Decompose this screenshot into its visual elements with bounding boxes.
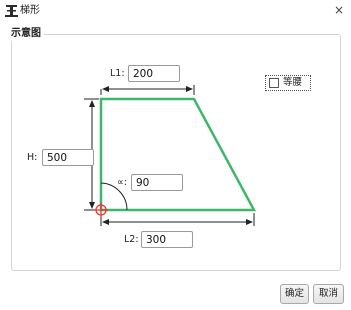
window-title: 梯形 [20,5,40,16]
close-icon[interactable]: × [334,3,344,17]
cancel-button[interactable]: 取消 [313,284,344,304]
isosceles-label: 等腰 [283,77,303,88]
ok-button[interactable]: 确定 [280,284,309,304]
trapezoid-shape [99,97,257,212]
h-input[interactable] [42,149,94,166]
trapezoid-app-icon [5,5,18,17]
title-bar: 梯形 × [0,0,351,22]
l2-input[interactable] [141,231,193,248]
h-label: H: [27,152,38,163]
l2-label: L2: [124,234,139,245]
checkbox-box[interactable] [269,78,279,88]
group-legend: 示意图 [8,27,44,41]
l1-label: L1: [110,68,125,79]
angle-input[interactable] [131,174,183,191]
l1-input[interactable] [128,65,180,82]
angle-label: ∝: [117,177,127,188]
isosceles-checkbox[interactable]: 等腰 [265,75,311,91]
origin-marker-icon [94,203,108,217]
